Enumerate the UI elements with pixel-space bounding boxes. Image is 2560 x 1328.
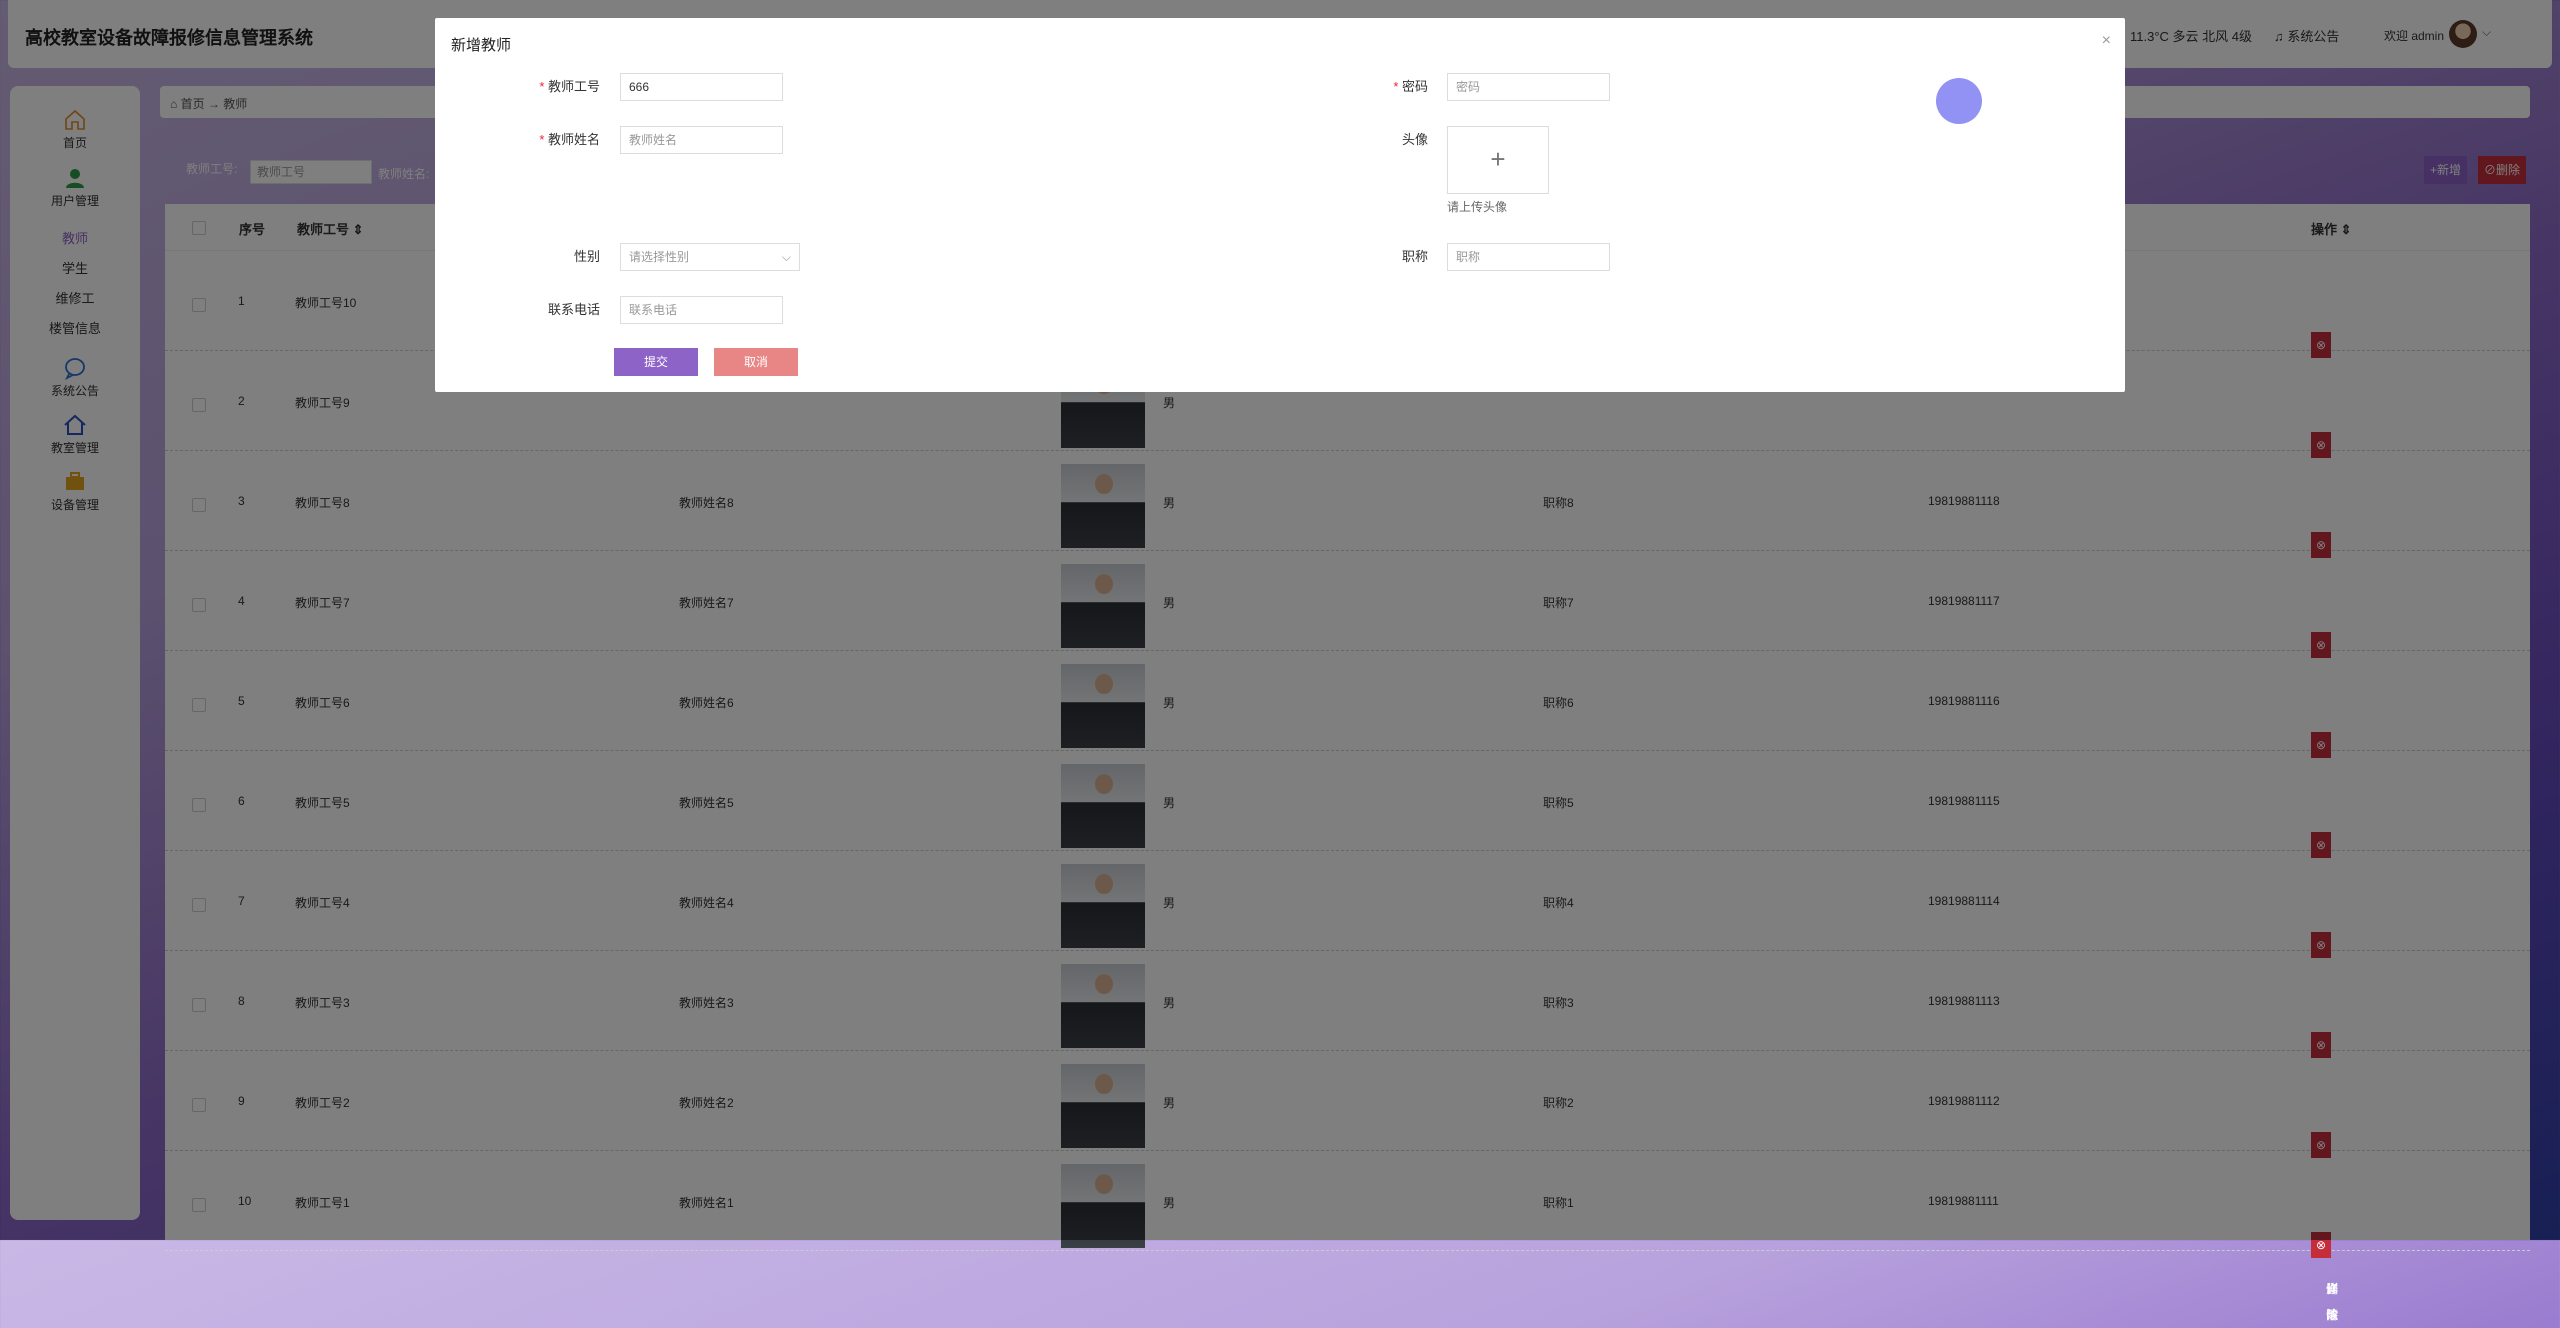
teacher-name-label: * 教师姓名 (539, 132, 600, 147)
teacher-id-label: * 教师工号 (539, 79, 600, 94)
teacher-name-label-text: 教师姓名 (547, 132, 600, 147)
submit-button[interactable]: 提交 (614, 348, 698, 376)
teacher-id-label-text: 教师工号 (547, 79, 600, 94)
phone-label: 联系电话 (547, 302, 600, 317)
password-field[interactable]: 密码 (1447, 73, 1610, 101)
close-icon[interactable]: × (2102, 32, 2111, 50)
phone-field[interactable]: 联系电话 (620, 296, 783, 324)
password-label-text: 密码 (1401, 79, 1428, 94)
gender-select[interactable]: 请选择性别 ⌵ (620, 243, 800, 271)
cancel-button[interactable]: 取消 (714, 348, 798, 376)
dialog-title: 新增教师 (451, 37, 512, 54)
password-label: * 密码 (1393, 79, 1428, 94)
mouse-cursor-indicator (1936, 78, 1982, 124)
teacher-id-field[interactable]: 666 (620, 73, 783, 101)
title-label: 职称 (1401, 249, 1428, 264)
gender-select-placeholder: 请选择性别 (629, 250, 690, 264)
teacher-name-field[interactable]: 教师姓名 (620, 126, 783, 154)
chevron-down-icon: ⌵ (781, 250, 791, 264)
avatar-upload-hint: 请上传头像 (1447, 200, 1508, 214)
delete-label: 删除 (2326, 1282, 2339, 1322)
gender-label: 性别 (573, 249, 600, 264)
avatar-upload-button[interactable]: + (1447, 126, 1549, 194)
avatar-label: 头像 (1401, 132, 1428, 147)
add-teacher-dialog: 新增教师 × * 教师工号 666 * 密码 密码 * 教师姓名 教师姓名 头像… (435, 18, 2125, 392)
title-field[interactable]: 职称 (1447, 243, 1610, 271)
